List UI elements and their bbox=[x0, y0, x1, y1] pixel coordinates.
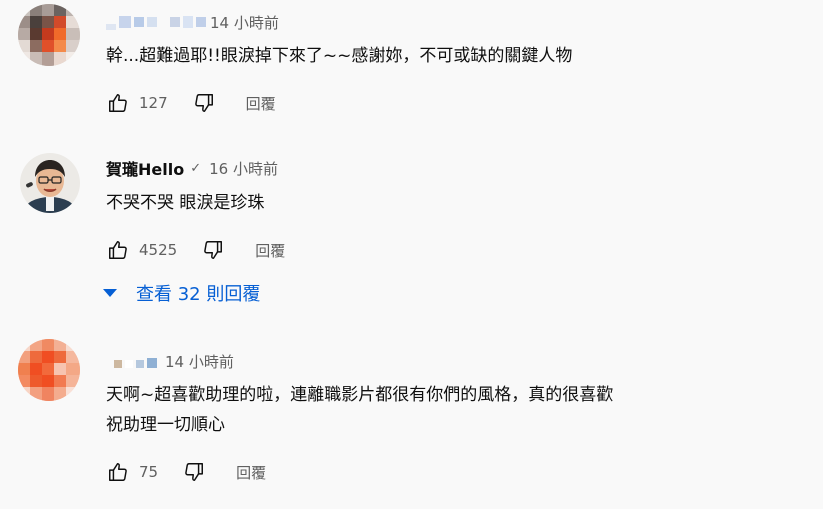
reply-button[interactable]: 回覆 bbox=[255, 240, 285, 261]
author-name-masked[interactable] bbox=[114, 354, 161, 368]
reply-button[interactable]: 回覆 bbox=[236, 462, 266, 483]
like-count: 4525 bbox=[139, 241, 178, 259]
avatar[interactable] bbox=[18, 4, 80, 66]
comment-time[interactable]: 14 小時前 bbox=[210, 12, 279, 33]
comment-text: 天啊~超喜歡助理的啦，連離職影片都很有你們的風格，真的很喜歡 bbox=[106, 385, 614, 405]
chevron-down-icon bbox=[103, 289, 117, 297]
thumbs-up-icon[interactable] bbox=[106, 91, 130, 115]
thumbs-up-icon[interactable] bbox=[106, 460, 130, 484]
comment-time[interactable]: 16 小時前 bbox=[209, 158, 278, 179]
reply-button[interactable]: 回覆 bbox=[246, 93, 276, 114]
avatar[interactable] bbox=[18, 339, 80, 401]
thumbs-up-icon[interactable] bbox=[106, 238, 130, 262]
like-count: 127 bbox=[139, 94, 168, 112]
author-name[interactable]: 賀瓏Hello bbox=[106, 156, 184, 180]
avatar[interactable] bbox=[20, 153, 80, 213]
comment-header: 14 小時前 bbox=[106, 351, 234, 371]
thumbs-down-icon[interactable] bbox=[182, 460, 206, 484]
comment-header: 14 小時前 bbox=[106, 12, 279, 32]
verified-check-icon: ✓ bbox=[190, 160, 202, 176]
thumbs-down-icon[interactable] bbox=[192, 91, 216, 115]
comment-actions: 127 回覆 bbox=[106, 91, 276, 115]
view-replies-button[interactable]: 查看 32 則回覆 bbox=[103, 281, 260, 305]
thumbs-down-icon[interactable] bbox=[201, 238, 225, 262]
comment-time[interactable]: 14 小時前 bbox=[165, 351, 234, 372]
like-count: 75 bbox=[139, 463, 159, 481]
comment-text: 不哭不哭 眼淚是珍珠 bbox=[106, 193, 265, 213]
comment-actions: 75 回覆 bbox=[106, 460, 266, 484]
comment-text: 幹...超難過耶!!眼淚掉下來了~~感謝妳，不可或缺的關鍵人物 bbox=[106, 46, 573, 66]
author-name-masked[interactable] bbox=[106, 14, 206, 30]
comment-text-line-2: 祝助理一切順心 bbox=[106, 415, 225, 435]
comment-actions: 4525 回覆 bbox=[106, 238, 285, 262]
comment-header: 賀瓏Hello ✓ 16 小時前 bbox=[106, 156, 278, 180]
view-replies-label: 查看 32 則回覆 bbox=[136, 284, 261, 305]
